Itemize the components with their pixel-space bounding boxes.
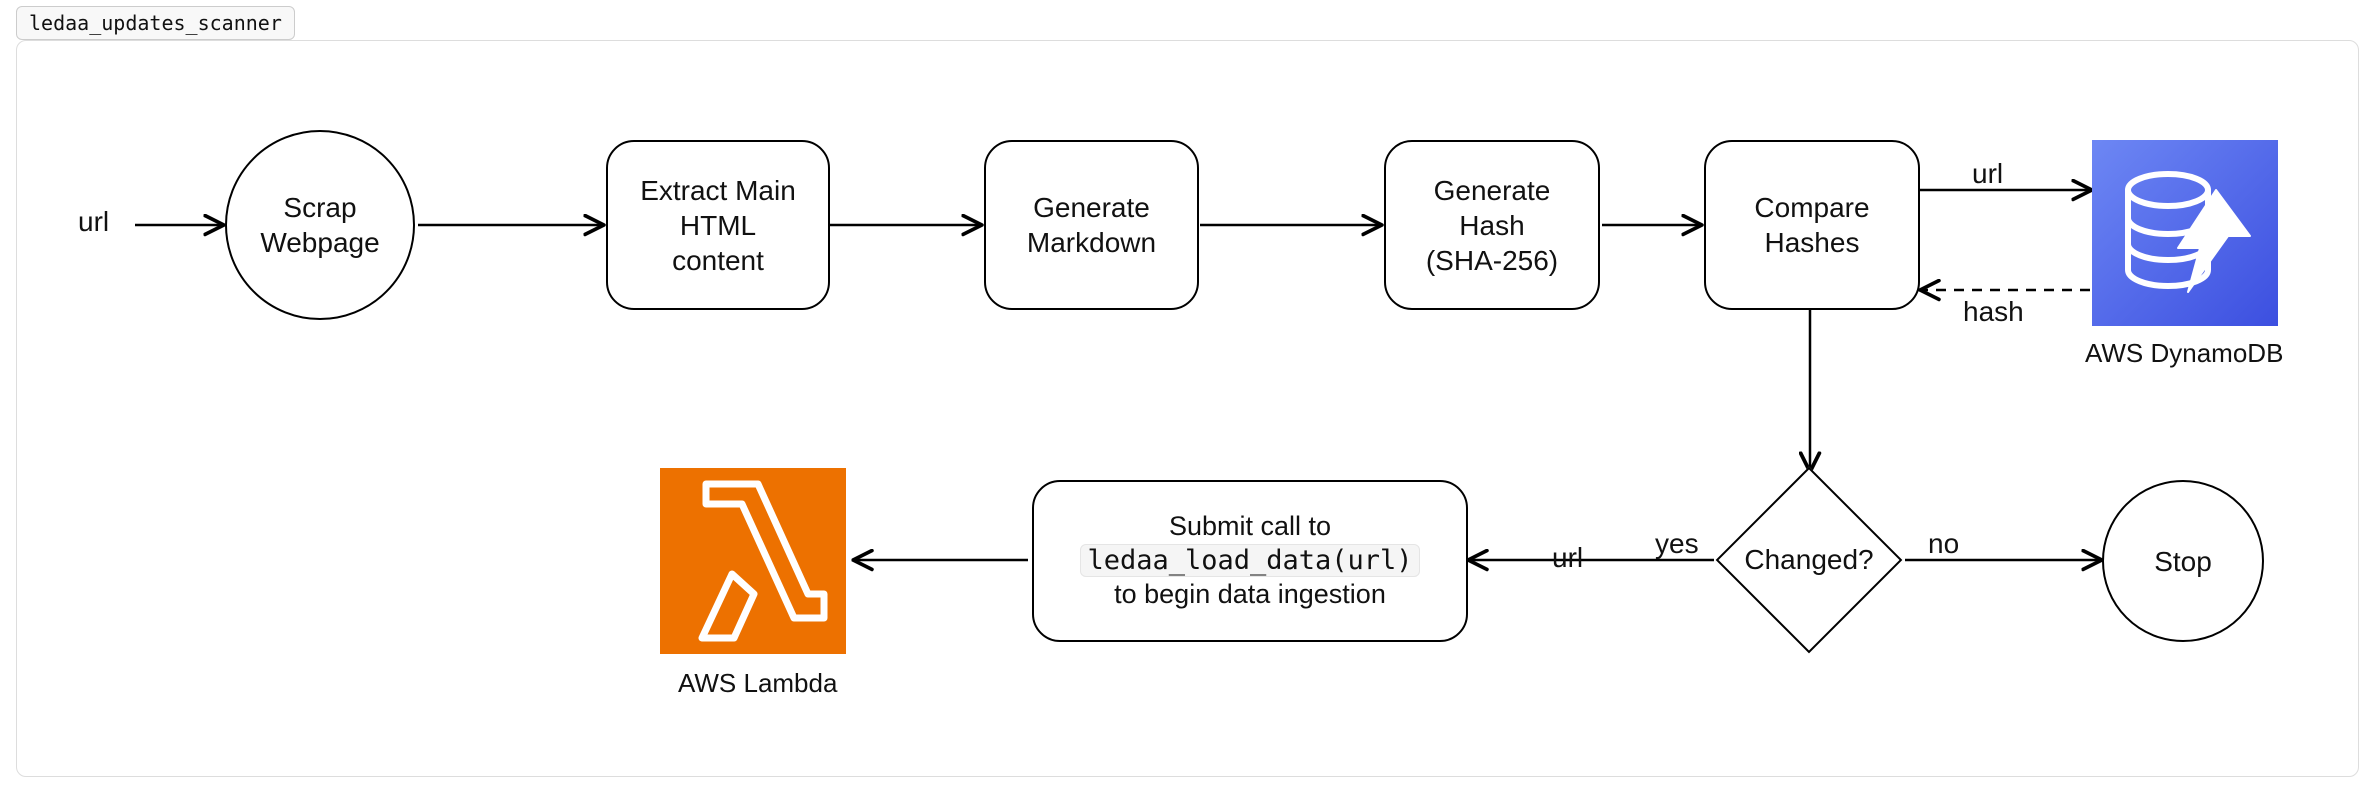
aws-dynamodb-caption-text: AWS DynamoDB <box>2085 338 2283 368</box>
node-stop: Stop <box>2102 480 2264 642</box>
aws-lambda-icon <box>660 468 846 654</box>
node-compare-hashes: Compare Hashes <box>1704 140 1920 310</box>
node-submit-line3: to begin data ingestion <box>1080 578 1419 612</box>
edge-label-no-text: no <box>1928 528 1959 559</box>
edge-label-url-to-dynamo-text: url <box>1972 158 2003 189</box>
edge-label-yes: yes <box>1655 528 1699 560</box>
node-submit-content: Submit call to ledaa_load_data(url) to b… <box>1080 510 1419 611</box>
node-changed-label: Changed? <box>1744 544 1873 576</box>
node-generate-markdown: Generate Markdown <box>984 140 1199 310</box>
node-submit-line2: ledaa_load_data(url) <box>1080 544 1419 578</box>
node-scrap-webpage: Scrap Webpage <box>225 130 415 320</box>
node-generate-markdown-label: Generate Markdown <box>1027 190 1156 260</box>
node-submit-call: Submit call to ledaa_load_data(url) to b… <box>1032 480 1468 642</box>
edge-label-url-to-submit: url <box>1552 542 1583 574</box>
diagram-canvas: ledaa_updates_scanner url <box>0 0 2375 793</box>
edge-label-hash-from-dynamo-text: hash <box>1963 296 2024 327</box>
node-generate-hash: Generate Hash (SHA-256) <box>1384 140 1600 310</box>
frame-tag: ledaa_updates_scanner <box>16 6 295 40</box>
node-stop-label: Stop <box>2154 544 2212 579</box>
node-generate-hash-label: Generate Hash (SHA-256) <box>1426 173 1558 278</box>
frame-tag-text: ledaa_updates_scanner <box>29 11 282 35</box>
node-submit-code: ledaa_load_data(url) <box>1080 544 1419 577</box>
node-extract-html: Extract Main HTML content <box>606 140 830 310</box>
aws-dynamodb-icon <box>2092 140 2278 326</box>
aws-lambda-caption-text: AWS Lambda <box>678 668 837 698</box>
edge-label-no: no <box>1928 528 1959 560</box>
edge-label-url-to-dynamo: url <box>1972 158 2003 190</box>
edge-label-hash-from-dynamo: hash <box>1963 296 2024 328</box>
node-extract-html-label: Extract Main HTML content <box>640 173 796 278</box>
node-scrap-webpage-label: Scrap Webpage <box>260 190 379 260</box>
edge-label-yes-text: yes <box>1655 528 1699 559</box>
node-changed-label-wrap: Changed? <box>1743 494 1875 626</box>
aws-dynamodb-caption: AWS DynamoDB <box>2085 338 2283 369</box>
input-url-text: url <box>78 206 109 237</box>
input-url-label: url <box>78 206 109 238</box>
edge-label-url-to-submit-text: url <box>1552 542 1583 573</box>
node-changed-decision: Changed? <box>1743 494 1875 626</box>
node-submit-line1: Submit call to <box>1080 510 1419 544</box>
aws-lambda-caption: AWS Lambda <box>678 668 837 699</box>
node-compare-hashes-label: Compare Hashes <box>1754 190 1869 260</box>
